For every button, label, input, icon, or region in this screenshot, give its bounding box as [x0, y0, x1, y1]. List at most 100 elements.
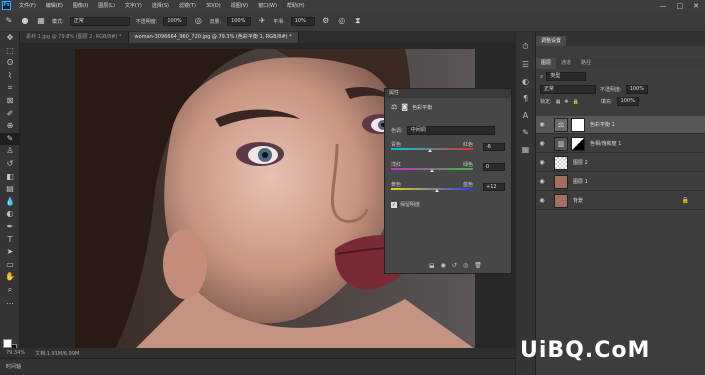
flow-field[interactable]: 100%	[227, 16, 252, 26]
menu-help[interactable]: 帮助(H)	[282, 2, 310, 9]
menu-edit[interactable]: 编辑(E)	[41, 2, 68, 9]
clip-to-layer-icon[interactable]: ⬓	[429, 262, 435, 269]
type-tool-icon[interactable]: T	[0, 234, 20, 247]
move-tool-icon[interactable]: ✥	[0, 32, 20, 45]
yellow-blue-slider[interactable]: 黄色 蓝色 +12	[391, 181, 507, 192]
character-icon[interactable]: A	[523, 111, 528, 120]
brush-settings-icon[interactable]: ✎	[522, 128, 529, 137]
history-brush-tool-icon[interactable]: ↺	[0, 158, 20, 171]
visibility-icon[interactable]: ◎	[463, 262, 468, 269]
eraser-tool-icon[interactable]: ◧	[0, 171, 20, 184]
layer-opacity-field[interactable]: 100%	[625, 85, 648, 94]
lasso-tool-icon[interactable]: ʘ	[0, 57, 20, 70]
tab-document-2[interactable]: woman-3096664_960_720.jpg @ 79.3% (色彩平衡 …	[128, 32, 299, 43]
brush-tool-icon[interactable]: ✎	[0, 132, 20, 146]
mask-icon[interactable]: ◙	[401, 103, 408, 111]
paragraph-icon[interactable]: ¶	[523, 94, 528, 103]
brush-tool-icon[interactable]: ✎	[4, 16, 14, 26]
cyan-red-track[interactable]	[391, 148, 473, 150]
path-select-tool-icon[interactable]: ➤	[0, 246, 20, 259]
lock-pixels-icon[interactable]: ▦	[556, 99, 561, 105]
menu-image[interactable]: 图像(I)	[68, 2, 93, 9]
menu-filter[interactable]: 滤镜(T)	[174, 2, 201, 9]
maximize-icon[interactable]: □	[677, 2, 684, 10]
adjustments-icon[interactable]: ◐	[522, 77, 529, 86]
frame-tool-icon[interactable]: ⊠	[0, 95, 20, 108]
visibility-eye-icon[interactable]: ◉	[536, 178, 548, 185]
marquee-tool-icon[interactable]: ⬚	[0, 45, 20, 58]
layer-row-background[interactable]: ◉ 背景 🔒	[536, 192, 705, 210]
visibility-eye-icon[interactable]: ◉	[536, 197, 548, 204]
layer-row-layer-2[interactable]: ◉ 图层 2	[536, 154, 705, 172]
magenta-green-slider[interactable]: 洋红 绿色 0	[391, 161, 507, 172]
symmetry-icon[interactable]: ⧗	[353, 16, 363, 26]
timeline-tab[interactable]: 时间轴	[6, 364, 21, 370]
tab-paths[interactable]: 路径	[576, 58, 596, 69]
visibility-eye-icon[interactable]: ◉	[536, 121, 548, 128]
menu-view[interactable]: 视图(V)	[226, 2, 253, 9]
pressure-size-icon[interactable]: ◎	[337, 16, 347, 26]
clone-stamp-tool-icon[interactable]: ♙	[0, 145, 20, 158]
cyan-red-slider[interactable]: 青色 红色 -6	[391, 141, 507, 152]
layer-row-layer-1[interactable]: ◉ 图层 1	[536, 173, 705, 191]
visibility-eye-icon[interactable]: ◉	[536, 159, 548, 166]
gradient-tool-icon[interactable]: ▤	[0, 183, 20, 196]
shape-tool-icon[interactable]: ▭	[0, 259, 20, 272]
cyan-red-value[interactable]: -6	[483, 143, 505, 151]
menu-type[interactable]: 文字(Y)	[120, 2, 147, 9]
kind-filter-select[interactable]: 类型	[546, 72, 587, 81]
fill-field[interactable]: 100%	[616, 97, 639, 106]
airbrush-icon[interactable]: ✈	[257, 16, 267, 26]
layer-row-hue-saturation[interactable]: ◉ ▥ 色相/饱和度 1	[536, 135, 705, 153]
tone-select[interactable]: 中间调	[406, 126, 495, 135]
view-previous-icon[interactable]: ◉	[441, 262, 446, 269]
yellow-blue-value[interactable]: +12	[483, 183, 505, 191]
minimize-icon[interactable]: —	[660, 2, 667, 10]
brush-settings-icon[interactable]: ▦	[36, 16, 46, 26]
history-icon[interactable]: ⏱	[522, 42, 528, 52]
visibility-eye-icon[interactable]: ◉	[536, 140, 548, 147]
tab-adjustments[interactable]: 调整设置	[536, 36, 567, 46]
zoom-level[interactable]: 79.34%	[6, 350, 25, 356]
zoom-tool-icon[interactable]: ⌕	[0, 284, 20, 297]
magenta-green-value[interactable]: 0	[483, 163, 505, 171]
blur-tool-icon[interactable]: 💧	[0, 196, 20, 209]
close-icon[interactable]: ✕	[693, 2, 699, 10]
pen-tool-icon[interactable]: ✒	[0, 221, 20, 234]
layer-mask-thumb[interactable]	[571, 117, 585, 132]
trash-icon[interactable]: 🗑	[474, 262, 482, 269]
lock-all-icon[interactable]: 🔒	[573, 99, 579, 105]
yellow-blue-knob[interactable]	[434, 189, 439, 192]
smoothing-field[interactable]: 10%	[290, 16, 315, 26]
tab-document-1[interactable]: 素材 1.jpg @ 79.8% (图层 2, RGB/8#) *	[20, 32, 129, 43]
menu-file[interactable]: 文件(F)	[14, 2, 41, 9]
more-tools-icon[interactable]: …	[0, 296, 20, 309]
hand-tool-icon[interactable]: ✋	[0, 271, 20, 284]
dodge-tool-icon[interactable]: ◐	[0, 208, 20, 221]
layer-mask-thumb[interactable]	[571, 136, 585, 151]
layer-row-color-balance[interactable]: ◉ ⚖ 色彩平衡 1	[536, 116, 705, 134]
preserve-luminosity-checkbox[interactable]: ✓	[391, 201, 397, 208]
menu-window[interactable]: 窗口(W)	[253, 2, 282, 9]
swatches-icon[interactable]: ▦	[522, 145, 530, 154]
crop-tool-icon[interactable]: ⌗	[0, 82, 20, 95]
lock-move-icon[interactable]: ✥	[564, 99, 568, 105]
opacity-field[interactable]: 100%	[163, 16, 188, 26]
tab-layers[interactable]: 图层	[536, 58, 557, 69]
foreground-color-swatch[interactable]	[3, 339, 12, 348]
cyan-red-knob[interactable]	[427, 149, 432, 152]
menu-3d[interactable]: 3D(D)	[201, 3, 226, 9]
menu-layer[interactable]: 图层(L)	[93, 2, 120, 9]
pressure-opacity-icon[interactable]: ◎	[193, 16, 203, 26]
menu-select[interactable]: 选择(S)	[147, 2, 174, 9]
mode-select[interactable]: 正常	[69, 16, 130, 26]
blend-mode-select[interactable]: 正常	[540, 85, 596, 94]
brush-size-icon[interactable]: ●	[20, 16, 30, 26]
healing-brush-tool-icon[interactable]: ⊕	[0, 120, 20, 133]
gear-icon[interactable]: ⚙	[321, 16, 331, 26]
tab-channels[interactable]: 通道	[556, 58, 576, 69]
properties-icon[interactable]: ☰	[522, 60, 529, 69]
yellow-blue-track[interactable]	[391, 188, 473, 190]
reset-icon[interactable]: ↺	[452, 262, 457, 269]
quick-select-tool-icon[interactable]: ⌇	[0, 70, 20, 83]
